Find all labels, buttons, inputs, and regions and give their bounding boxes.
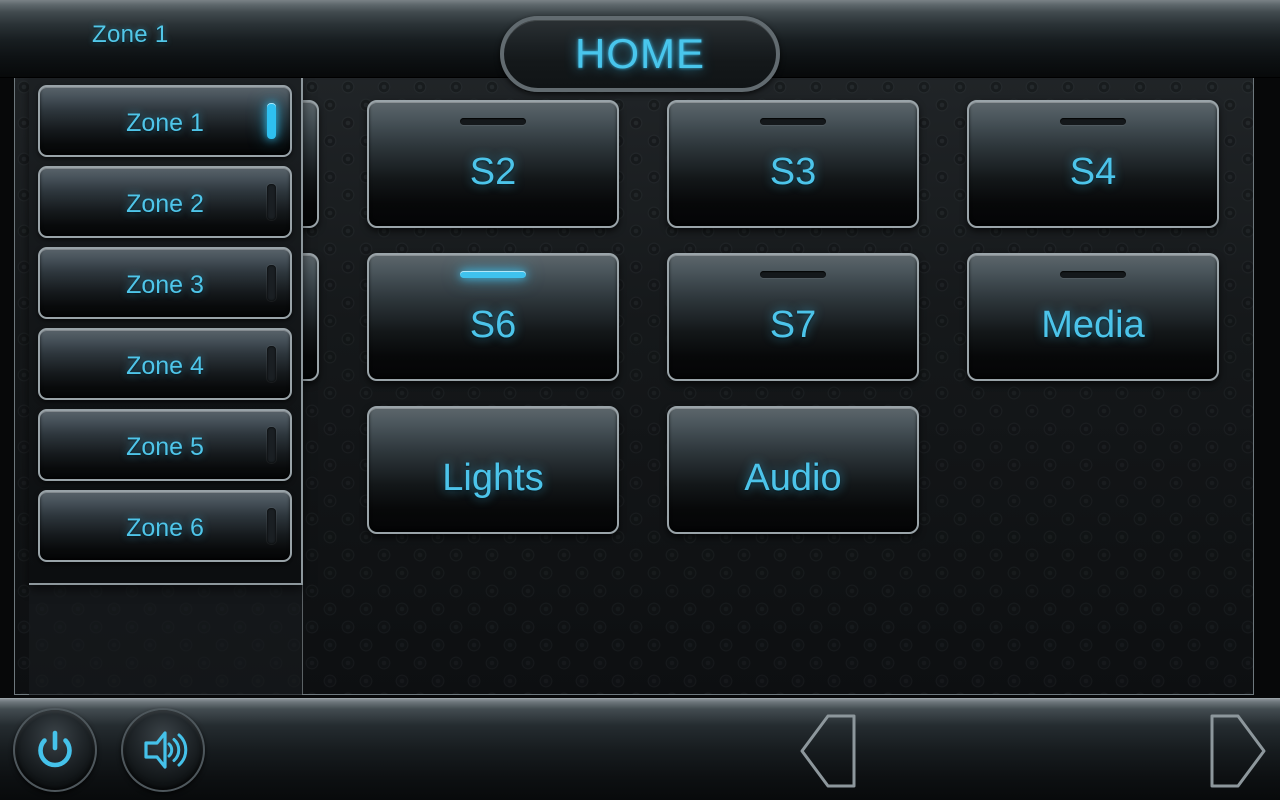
scene-button-s4[interactable]: S4	[967, 100, 1219, 228]
scene-status-indicator	[1060, 271, 1126, 278]
scene-button-s7[interactable]: S7	[667, 253, 919, 381]
sidebar-item-label: Zone 5	[126, 432, 204, 461]
zone-status-indicator	[267, 346, 276, 382]
page-title: HOME	[500, 16, 780, 92]
sidebar-item-zone-6[interactable]: Zone 6	[38, 490, 292, 562]
next-page-button[interactable]	[1196, 713, 1268, 789]
scene-status-indicator	[760, 118, 826, 125]
sidebar-item-zone-5[interactable]: Zone 5	[38, 409, 292, 481]
scene-button-media[interactable]: Media	[967, 253, 1219, 381]
scene-button-label: S4	[1069, 150, 1117, 193]
prev-page-button[interactable]	[798, 713, 870, 789]
header-zone-label: Zone 1	[92, 21, 169, 48]
zone-panel-overlay: Zone 1 Zone 2 Zone 3 Zone 4 Zone 5 Zone 6	[29, 78, 303, 695]
sidebar-item-zone-4[interactable]: Zone 4	[38, 328, 292, 400]
sidebar-item-label: Zone 4	[126, 351, 204, 380]
zone-status-indicator	[267, 103, 276, 139]
header-bar: Zone 1 HOME	[0, 0, 1280, 92]
scene-button-label: Media	[1041, 303, 1145, 346]
bottom-toolbar	[0, 698, 1280, 800]
sidebar-item-label: Zone 2	[126, 189, 204, 218]
zone-status-indicator	[267, 508, 276, 544]
scene-status-indicator	[460, 271, 526, 278]
sidebar-item-zone-3[interactable]: Zone 3	[38, 247, 292, 319]
volume-button[interactable]	[121, 708, 205, 792]
scene-button-label: S7	[769, 303, 817, 346]
scene-button-label: S2	[469, 150, 517, 193]
speaker-volume-icon	[144, 731, 188, 769]
scene-button-audio[interactable]: Audio	[667, 406, 919, 534]
zone-status-indicator	[267, 427, 276, 463]
sidebar-item-label: Zone 3	[126, 270, 204, 299]
scene-button-lights[interactable]: Lights	[367, 406, 619, 534]
chevron-right-icon	[1210, 714, 1266, 788]
zone-status-indicator	[267, 265, 276, 301]
power-button[interactable]	[13, 708, 97, 792]
scene-button-label: S6	[469, 303, 517, 346]
main-stage: S1S2S3S4S5S6S7MediaLightsAudio Zone 1Zon…	[0, 78, 1280, 698]
scene-button-s3[interactable]: S3	[667, 100, 919, 228]
scene-button-label: Audio	[744, 456, 842, 499]
sidebar-item-zone-1[interactable]: Zone 1	[38, 85, 292, 157]
sidebar-item-label: Zone 1	[126, 108, 204, 137]
zone-status-indicator	[267, 184, 276, 220]
scene-button-s6[interactable]: S6	[367, 253, 619, 381]
scene-status-indicator	[460, 118, 526, 125]
scene-button-label: Lights	[442, 456, 544, 499]
scene-status-indicator	[1060, 118, 1126, 125]
sidebar-item-zone-2[interactable]: Zone 2	[38, 166, 292, 238]
zone-list-panel: Zone 1 Zone 2 Zone 3 Zone 4 Zone 5 Zone 6	[29, 78, 303, 585]
scene-button-s2[interactable]: S2	[367, 100, 619, 228]
sidebar-item-label: Zone 6	[126, 513, 204, 542]
page-title-text: HOME	[575, 30, 705, 77]
scene-button-label: S3	[769, 150, 817, 193]
chevron-left-icon	[800, 714, 856, 788]
content-panel: S1S2S3S4S5S6S7MediaLightsAudio Zone 1Zon…	[14, 78, 1254, 695]
power-icon	[38, 730, 72, 768]
scene-status-indicator	[760, 271, 826, 278]
app-root: Zone 1 HOME S1S2S3S4S5S6S7MediaLightsAud…	[0, 0, 1280, 800]
